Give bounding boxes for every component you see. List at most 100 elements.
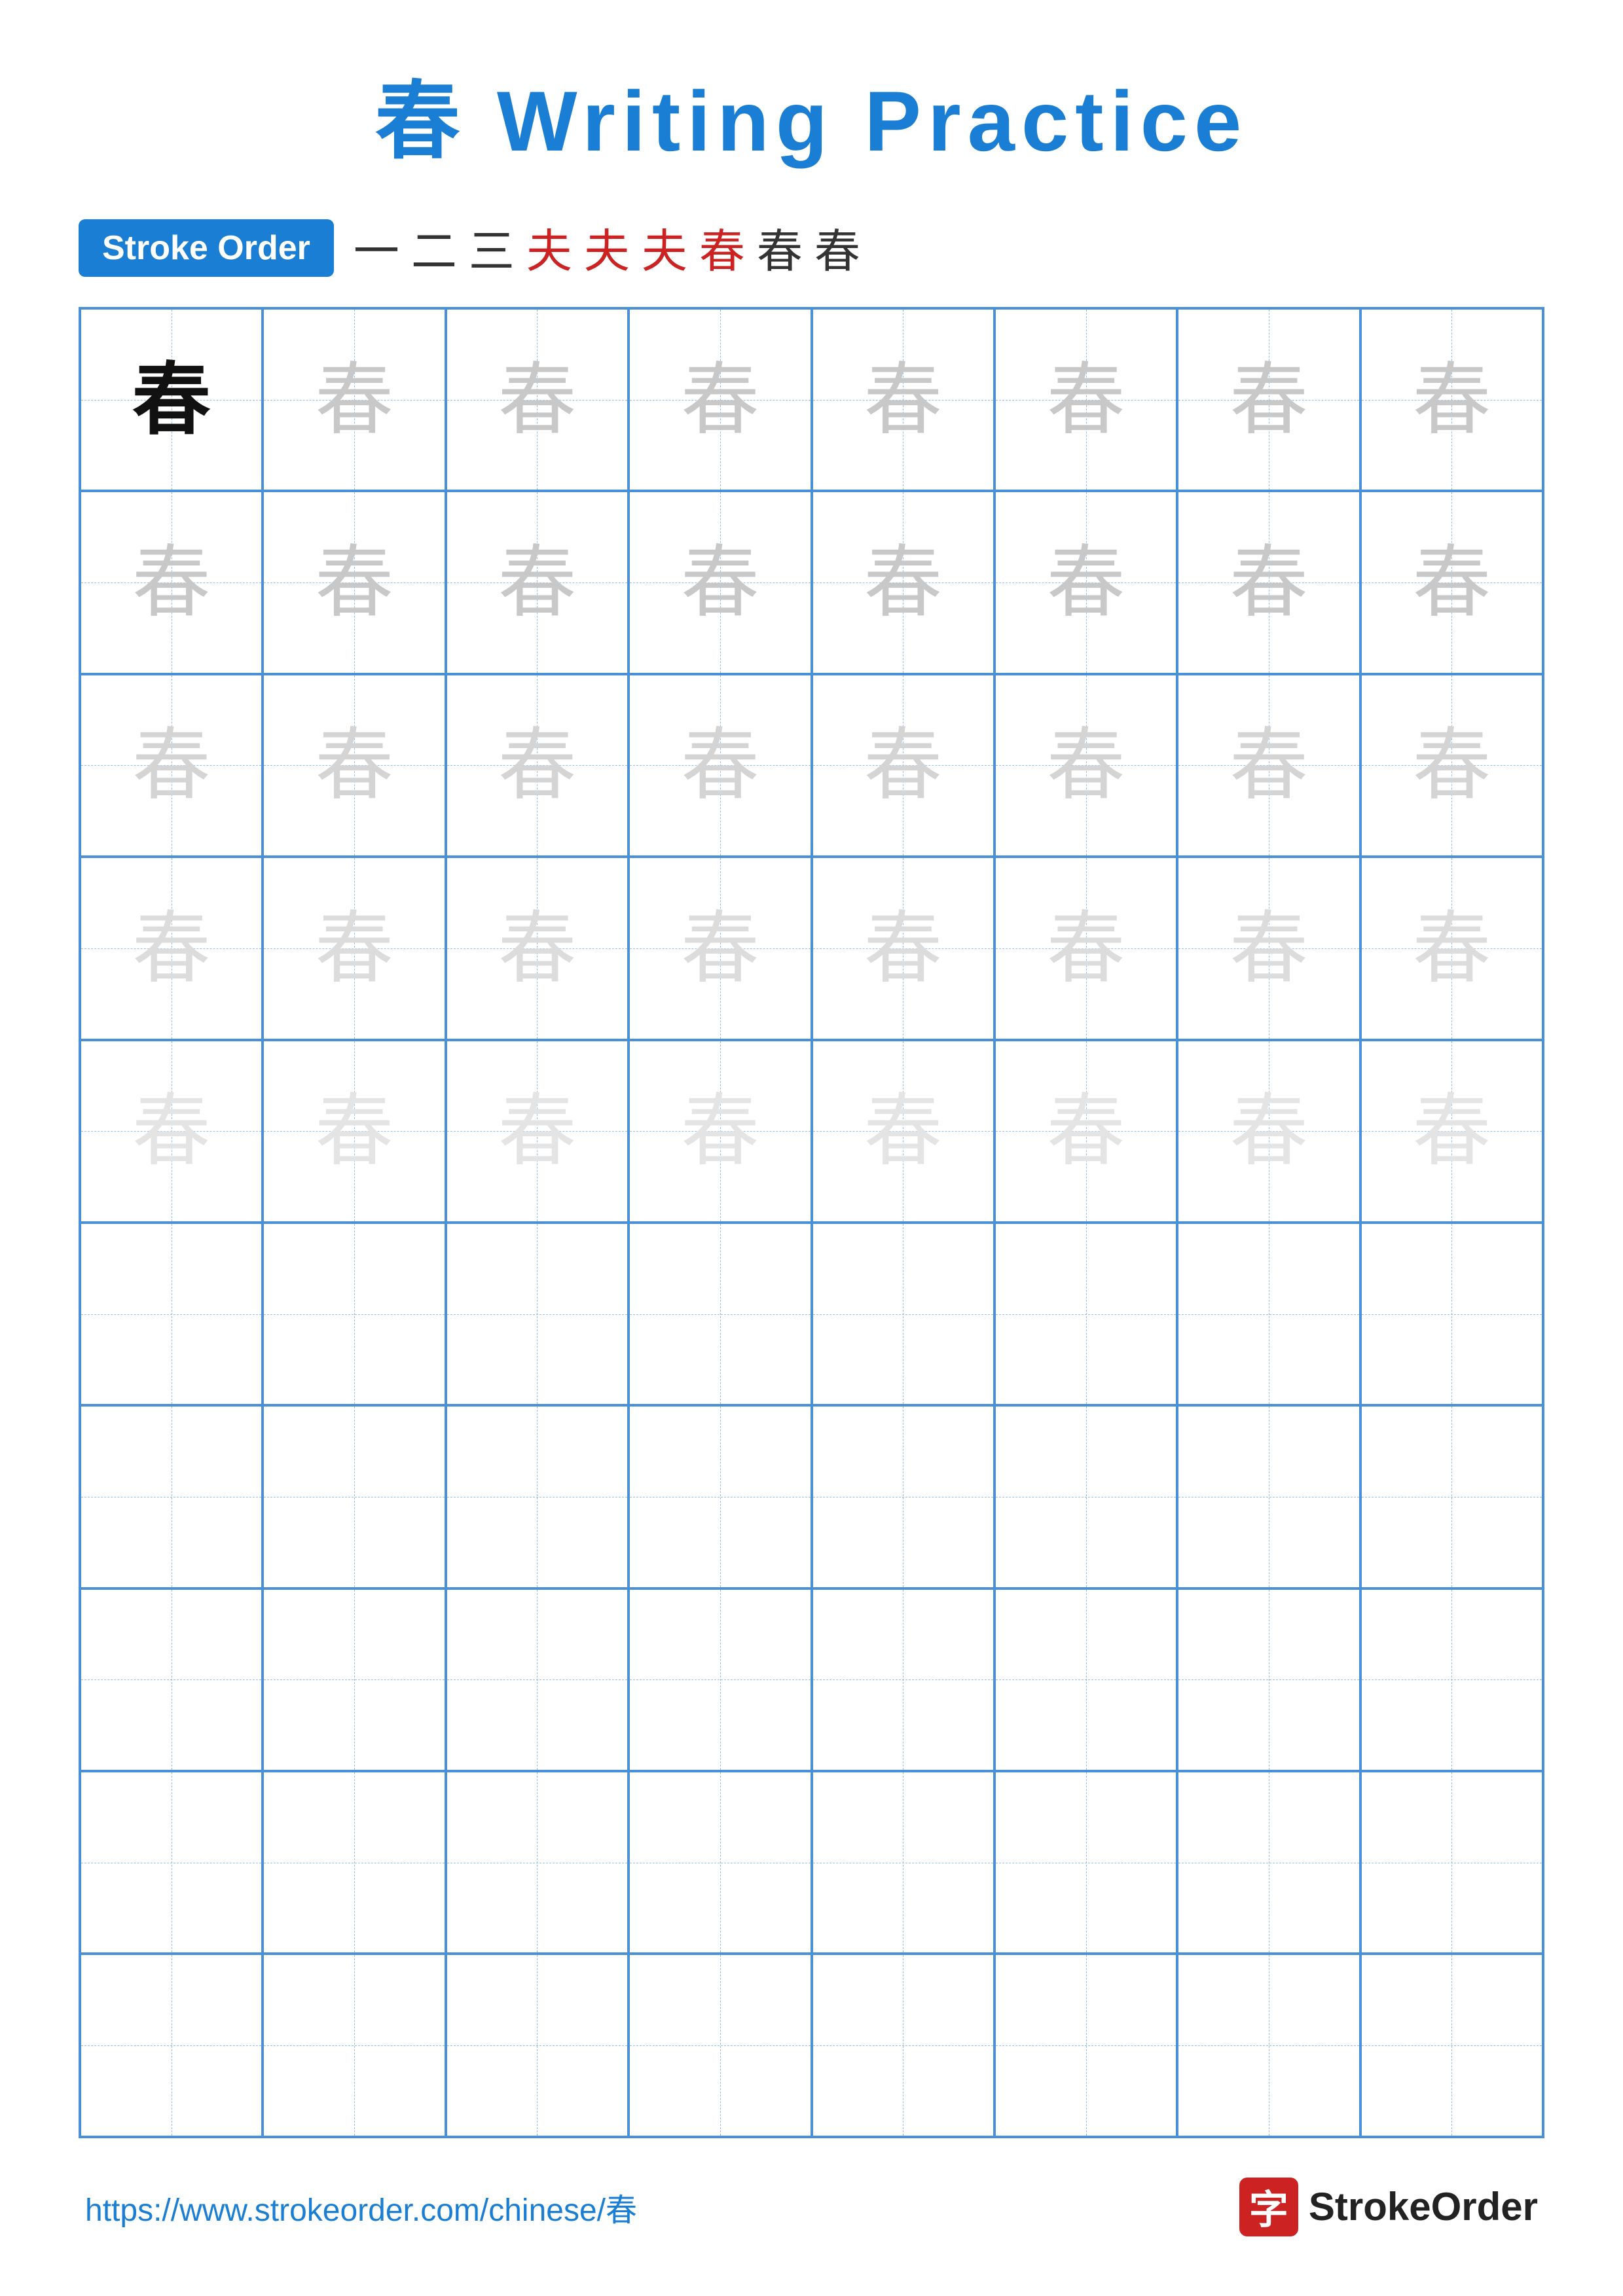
grid-cell[interactable] (629, 1405, 811, 1588)
practice-char: 春 (315, 543, 393, 622)
grid-row (80, 1954, 1543, 2136)
grid-cell[interactable]: 春 (994, 674, 1177, 857)
grid-cell[interactable]: 春 (1360, 857, 1543, 1039)
grid-cell[interactable]: 春 (1177, 1040, 1360, 1223)
grid-cell[interactable]: 春 (446, 857, 629, 1039)
practice-char: 春 (1047, 361, 1125, 439)
grid-cell[interactable]: 春 (1360, 674, 1543, 857)
grid-cell[interactable]: 春 (1177, 308, 1360, 491)
grid-cell[interactable] (446, 1223, 629, 1405)
grid-cell[interactable]: 春 (629, 674, 811, 857)
footer-brand: 字 StrokeOrder (1239, 2178, 1538, 2236)
grid-cell[interactable]: 春 (80, 857, 263, 1039)
practice-char: 春 (498, 361, 576, 439)
practice-char: 春 (132, 1092, 211, 1170)
grid-cell[interactable]: 春 (80, 308, 263, 491)
grid-cell[interactable] (1177, 1405, 1360, 1588)
grid-cell[interactable]: 春 (812, 308, 994, 491)
grid-cell[interactable]: 春 (80, 674, 263, 857)
grid-cell[interactable] (994, 1588, 1177, 1771)
grid-cell[interactable] (812, 1405, 994, 1588)
grid-cell[interactable]: 春 (629, 857, 811, 1039)
grid-cell[interactable] (994, 1954, 1177, 2136)
grid-cell[interactable]: 春 (263, 674, 445, 857)
grid-cell[interactable] (80, 1588, 263, 1771)
practice-char: 春 (1047, 1092, 1125, 1170)
grid-cell[interactable] (812, 1954, 994, 2136)
practice-char: 春 (1047, 909, 1125, 988)
grid-cell[interactable]: 春 (629, 1040, 811, 1223)
grid-cell[interactable]: 春 (629, 491, 811, 673)
grid-cell[interactable] (263, 1588, 445, 1771)
practice-char: 春 (864, 361, 942, 439)
practice-char: 春 (315, 361, 393, 439)
grid-cell[interactable]: 春 (1177, 857, 1360, 1039)
grid-cell[interactable]: 春 (263, 857, 445, 1039)
stroke-seq-6: 夫 (642, 215, 687, 281)
grid-cell[interactable] (1360, 1954, 1543, 2136)
grid-cell[interactable] (994, 1223, 1177, 1405)
grid-cell[interactable]: 春 (994, 1040, 1177, 1223)
grid-cell[interactable]: 春 (1177, 491, 1360, 673)
practice-char: 春 (132, 726, 211, 804)
grid-cell[interactable] (1360, 1405, 1543, 1588)
grid-cell[interactable]: 春 (812, 1040, 994, 1223)
grid-cell[interactable] (629, 1771, 811, 1954)
grid-cell[interactable] (80, 1223, 263, 1405)
grid-cell[interactable]: 春 (812, 491, 994, 673)
grid-cell[interactable] (629, 1588, 811, 1771)
stroke-seq-9: 春 (814, 215, 860, 281)
grid-cell[interactable] (446, 1954, 629, 2136)
grid-cell[interactable] (1177, 1223, 1360, 1405)
grid-cell[interactable] (446, 1771, 629, 1954)
grid-cell[interactable]: 春 (994, 857, 1177, 1039)
grid-cell[interactable] (446, 1588, 629, 1771)
grid-cell[interactable] (994, 1771, 1177, 1954)
grid-cell[interactable] (1360, 1588, 1543, 1771)
grid-cell[interactable] (812, 1588, 994, 1771)
grid-cell[interactable] (263, 1223, 445, 1405)
practice-char: 春 (681, 1092, 759, 1170)
grid-cell[interactable]: 春 (629, 308, 811, 491)
grid-cell[interactable] (1360, 1223, 1543, 1405)
grid-cell[interactable]: 春 (263, 1040, 445, 1223)
grid-cell[interactable] (1177, 1771, 1360, 1954)
grid-cell[interactable] (812, 1223, 994, 1405)
grid-cell[interactable]: 春 (1177, 674, 1360, 857)
grid-cell[interactable] (263, 1771, 445, 1954)
practice-char: 春 (132, 543, 211, 622)
grid-cell[interactable]: 春 (263, 308, 445, 491)
practice-char: 春 (1047, 726, 1125, 804)
practice-char: 春 (315, 726, 393, 804)
grid-cell[interactable] (80, 1405, 263, 1588)
grid-cell[interactable]: 春 (80, 491, 263, 673)
grid-cell[interactable]: 春 (446, 674, 629, 857)
grid-cell[interactable] (629, 1223, 811, 1405)
grid-cell[interactable] (629, 1954, 811, 2136)
grid-cell[interactable] (1177, 1588, 1360, 1771)
grid-cell[interactable]: 春 (446, 1040, 629, 1223)
grid-cell[interactable]: 春 (994, 491, 1177, 673)
grid-cell[interactable]: 春 (994, 308, 1177, 491)
grid-cell[interactable] (80, 1954, 263, 2136)
grid-cell[interactable] (80, 1771, 263, 1954)
grid-cell[interactable]: 春 (446, 308, 629, 491)
grid-cell[interactable]: 春 (1360, 308, 1543, 491)
grid-cell[interactable] (263, 1954, 445, 2136)
stroke-seq-7: 春 (699, 215, 745, 281)
grid-cell[interactable] (1177, 1954, 1360, 2136)
grid-cell[interactable]: 春 (1360, 1040, 1543, 1223)
grid-cell[interactable] (812, 1771, 994, 1954)
grid-cell[interactable] (1360, 1771, 1543, 1954)
grid-cell[interactable]: 春 (446, 491, 629, 673)
grid-cell[interactable]: 春 (263, 491, 445, 673)
grid-cell[interactable]: 春 (80, 1040, 263, 1223)
grid-cell[interactable]: 春 (812, 857, 994, 1039)
grid-cell[interactable] (263, 1405, 445, 1588)
grid-cell[interactable] (994, 1405, 1177, 1588)
footer-url[interactable]: https://www.strokeorder.com/chinese/春 (85, 2184, 637, 2230)
grid-cell[interactable] (446, 1405, 629, 1588)
grid-cell[interactable]: 春 (1360, 491, 1543, 673)
title-character: 春 (375, 73, 467, 169)
grid-cell[interactable]: 春 (812, 674, 994, 857)
